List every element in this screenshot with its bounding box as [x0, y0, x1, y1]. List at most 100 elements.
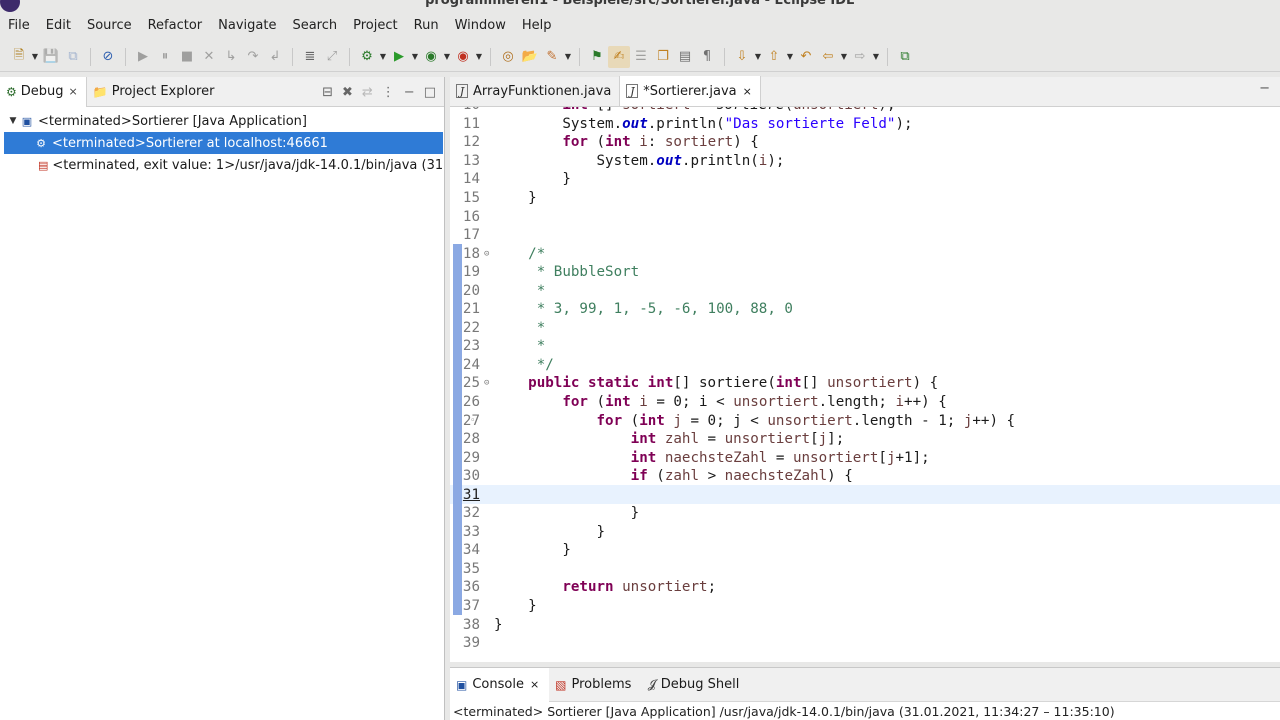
run-icon[interactable]: ▶ [388, 46, 410, 68]
menu-search[interactable]: Search [284, 14, 345, 38]
tab-debug[interactable]: ⚙ Debug ⨯ [0, 76, 87, 107]
code-text[interactable]: } [494, 542, 571, 558]
code-text[interactable]: int [] sortiert = sortiere(unsortiert); [494, 107, 895, 113]
code-text[interactable]: } [494, 617, 503, 633]
menu-help[interactable]: Help [514, 14, 560, 38]
external-tools-dropdown-arrow-icon[interactable]: ▼ [474, 52, 484, 61]
menu-project[interactable]: Project [345, 14, 405, 38]
code-line[interactable]: 35 [450, 559, 1280, 579]
close-icon[interactable]: ⨯ [530, 678, 539, 691]
code-line[interactable]: 39 [450, 634, 1280, 653]
resume-icon[interactable]: ▶ [132, 46, 154, 68]
code-text[interactable]: for (int i = 0; i < unsortiert.length; i… [494, 394, 946, 410]
menu-file[interactable]: File [0, 14, 38, 38]
code-text[interactable]: } [494, 524, 605, 540]
code-text[interactable]: return unsortiert; [494, 579, 716, 595]
code-line[interactable]: 10 int [] sortiert = sortiere(unsortiert… [450, 107, 1280, 115]
code-text[interactable]: * [494, 320, 546, 336]
code-line[interactable]: 15 } [450, 189, 1280, 208]
code-text[interactable]: */ [494, 357, 554, 373]
minimize-icon[interactable]: − [404, 85, 415, 100]
run-dropdown-arrow-icon[interactable]: ▼ [410, 52, 420, 61]
code-text[interactable]: int naechsteZahl = unsortiert[j+1]; [494, 450, 930, 466]
mark-occurrences-icon[interactable]: ✍ [608, 45, 630, 68]
code-line[interactable]: 31 [450, 485, 1280, 505]
disconnect-icon[interactable]: ✕ [198, 46, 220, 68]
link-with-editor-icon[interactable]: ⇄ [362, 85, 373, 100]
code-line[interactable]: 24 */ [450, 355, 1280, 375]
code-line[interactable]: 14 } [450, 170, 1280, 189]
open-task-icon[interactable]: ✎ [541, 46, 563, 68]
step-over-icon[interactable]: ↷ [242, 46, 264, 68]
forward-icon[interactable]: ⇨ [849, 46, 871, 68]
previous-annotation-icon[interactable]: ⇧ [763, 46, 785, 68]
code-line[interactable]: 29 int naechsteZahl = unsortiert[j+1]; [450, 448, 1280, 467]
open-type-icon[interactable]: ◎ [497, 46, 519, 68]
tab-project-explorer[interactable]: 📁 Project Explorer [87, 77, 223, 107]
menu-edit[interactable]: Edit [38, 14, 79, 38]
code-text[interactable]: } [494, 190, 537, 206]
code-line[interactable]: 37 } [450, 596, 1280, 616]
code-line[interactable]: 11 System.out.println("Das sortierte Fel… [450, 115, 1280, 134]
coverage-icon[interactable]: ◉ [420, 46, 442, 68]
minimize-icon[interactable]: − [1259, 81, 1270, 96]
debug-dropdown-arrow-icon[interactable]: ▼ [378, 52, 388, 61]
code-text[interactable]: * [494, 338, 546, 354]
terminate-icon[interactable]: ■ [176, 46, 198, 68]
new-icon[interactable]: 🗎 [8, 46, 30, 68]
tab-sortierer[interactable]: J *Sortierer.java ⨯ [620, 76, 761, 106]
code-line[interactable]: 38} [450, 615, 1280, 634]
skip-breakpoints-icon[interactable]: ⊘ [97, 46, 119, 68]
code-line[interactable]: 27 ◦ for (int j = 0; j < unsortiert.lengt… [450, 411, 1280, 430]
back-dropdown-arrow-icon[interactable]: ▼ [839, 52, 849, 61]
tab-problems[interactable]: ▧ Problems [549, 668, 641, 702]
paragraph-icon[interactable]: ¶ [696, 46, 718, 68]
collapse-all-icon[interactable]: ⊟ [322, 85, 333, 100]
code-line[interactable]: 12 for (int i: sortiert) { [450, 133, 1280, 152]
debug-run-icon[interactable]: ⚙ [356, 46, 378, 68]
tab-arrayfunktionen[interactable]: J ArrayFunktionen.java [450, 76, 621, 106]
next-annotation-dropdown-arrow-icon[interactable]: ▼ [753, 52, 763, 61]
code-text[interactable]: } [494, 598, 537, 614]
code-line[interactable]: 22 * [450, 318, 1280, 338]
block-selection-icon[interactable]: ☰ [630, 46, 652, 68]
code-line[interactable]: 36 return unsortiert; [450, 578, 1280, 597]
tree-item-launch[interactable]: ▼ ▣ <terminated>Sortierer [Java Applicat… [0, 110, 444, 132]
code-line[interactable]: 25 ⊝ public static int[] sortiere(int[] u… [450, 374, 1280, 393]
fold-toggle-icon[interactable]: ⊝ [484, 378, 494, 388]
menu-source[interactable]: Source [79, 14, 140, 38]
code-line[interactable]: 34 } [450, 541, 1280, 560]
code-line[interactable]: 13 System.out.println(i); [450, 152, 1280, 171]
tree-item-process[interactable]: ▤ <terminated, exit value: 1>/usr/java/j… [0, 154, 444, 176]
tab-debug-shell[interactable]: 𝓙 Debug Shell [641, 668, 749, 702]
close-icon[interactable]: ⨯ [69, 85, 78, 98]
code-text[interactable]: for (int i: sortiert) { [494, 134, 759, 150]
code-text[interactable]: System.out.println("Das sortierte Feld")… [494, 116, 912, 132]
code-line[interactable]: 33 } [450, 522, 1280, 542]
menu-run[interactable]: Run [406, 14, 447, 38]
code-text[interactable]: System.out.println(i); [494, 153, 784, 169]
code-text[interactable]: int zahl = unsortiert[j]; [494, 431, 845, 447]
word-wrap-icon[interactable]: ▤ [674, 46, 696, 68]
back-icon[interactable]: ⇦ [817, 46, 839, 68]
menu-navigate[interactable]: Navigate [210, 14, 284, 38]
toggle-breadcrumb-icon[interactable]: ⚑ [586, 46, 608, 68]
save-all-icon[interactable]: ⧉ [62, 46, 84, 68]
code-line[interactable]: 21 * 3, 99, 1, -5, -6, 100, 88, 0 [450, 300, 1280, 319]
save-icon[interactable]: 💾 [40, 46, 62, 68]
code-line[interactable]: 26 for (int i = 0; i < unsortiert.length… [450, 392, 1280, 412]
code-line[interactable]: 19 * BubbleSort [450, 262, 1280, 282]
last-edit-location-icon[interactable]: ↶ [795, 46, 817, 68]
code-text[interactable]: public static int[] sortiere(int[] unsor… [494, 375, 938, 391]
code-text[interactable]: if (zahl > naechsteZahl) { [494, 468, 853, 484]
tree-item-debug-target[interactable]: ⚙ <terminated>Sortierer at localhost:466… [4, 132, 443, 154]
task-dropdown-arrow-icon[interactable]: ▼ [563, 52, 573, 61]
code-text[interactable]: /* [494, 246, 545, 262]
code-editor[interactable]: 10 int [] sortiert = sortiere(unsortiert… [450, 107, 1280, 662]
code-text[interactable]: for (int j = 0; j < unsortiert.length - … [494, 413, 1016, 429]
code-text[interactable]: } [494, 505, 640, 521]
fold-toggle-icon[interactable]: ⊝ [484, 249, 494, 259]
forward-dropdown-arrow-icon[interactable]: ▼ [871, 52, 881, 61]
menu-window[interactable]: Window [447, 14, 514, 38]
code-text[interactable]: * 3, 99, 1, -5, -6, 100, 88, 0 [494, 301, 793, 317]
